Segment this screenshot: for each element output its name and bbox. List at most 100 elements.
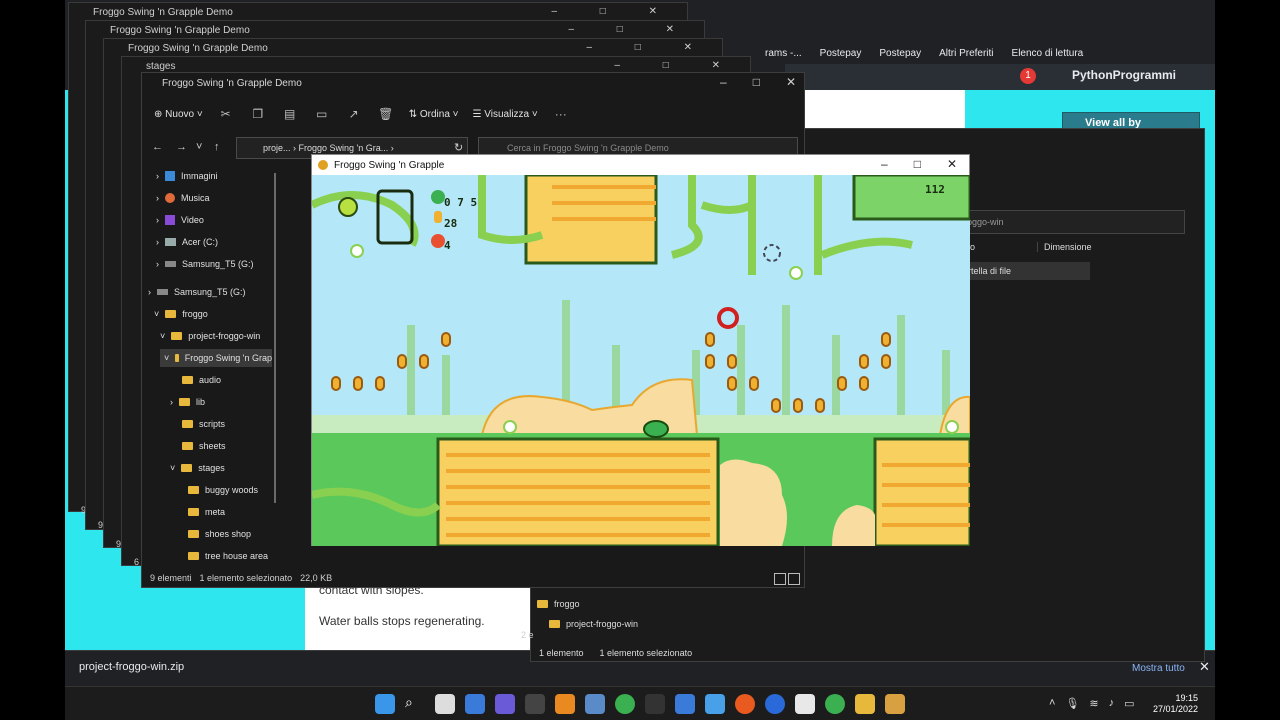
firefox-dev-icon[interactable] xyxy=(765,694,785,714)
volume-icon[interactable]: ♪ xyxy=(1109,697,1115,710)
battery-icon[interactable]: ▭ xyxy=(1124,697,1134,710)
up-icon[interactable]: ↑ xyxy=(214,141,220,153)
tree-item-meta[interactable]: meta xyxy=(188,503,225,521)
window-controls[interactable]: – □ ✕ xyxy=(614,60,740,71)
breadcrumb-segment[interactable]: Froggo Swing 'n Gra... xyxy=(299,143,389,153)
minimize-icon[interactable]: – xyxy=(720,75,727,89)
tree-item-lib[interactable]: › lib xyxy=(170,393,205,411)
tree-item-drive-c[interactable]: › Acer (C:) xyxy=(156,233,218,251)
rename-icon[interactable]: ▭ xyxy=(313,107,331,121)
document-icon[interactable] xyxy=(795,694,815,714)
wifi-icon[interactable]: ≋ xyxy=(1089,697,1098,710)
window-controls[interactable]: – □ ✕ xyxy=(586,42,712,53)
flower xyxy=(945,420,959,434)
bookmark-item[interactable]: Postepay xyxy=(820,48,862,59)
tree-item[interactable]: froggo xyxy=(537,594,638,614)
close-icon[interactable]: ✕ xyxy=(786,75,796,89)
copy-icon[interactable]: ❐ xyxy=(249,107,267,121)
close-icon[interactable]: ✕ xyxy=(947,157,957,171)
task-view-icon[interactable] xyxy=(435,694,455,714)
chrome-icon[interactable] xyxy=(615,694,635,714)
tree-item-drive-g[interactable]: › Samsung_T5 (G:) xyxy=(156,255,254,273)
tree-item-scripts[interactable]: scripts xyxy=(182,415,225,433)
tree-item-drive-g2[interactable]: › Samsung_T5 (G:) xyxy=(148,283,246,301)
firefox-icon[interactable] xyxy=(735,694,755,714)
game-window[interactable]: Froggo Swing 'n Grapple – □ ✕ 0 7 5 28 4… xyxy=(311,154,970,546)
tree-item-images[interactable]: › Immagini xyxy=(156,167,218,185)
app-icon[interactable] xyxy=(675,694,695,714)
tree-item-stages[interactable]: ˅ stages xyxy=(170,459,225,477)
refresh-icon[interactable]: ↻ xyxy=(454,141,463,154)
status-selected: 1 elemento selezionato xyxy=(599,648,693,658)
notification-badge[interactable]: 1 xyxy=(1020,68,1036,84)
microphone-icon[interactable]: 🎙 xyxy=(1065,697,1079,710)
status-selected: 1 elemento selezionato xyxy=(199,573,293,583)
search-input[interactable]: oggo-win xyxy=(960,210,1185,234)
tree-item-game[interactable]: ˅ Froggo Swing 'n Grap xyxy=(160,349,272,367)
tree-item-sheets[interactable]: sheets xyxy=(182,437,226,455)
tiles-view-icon[interactable] xyxy=(788,573,800,585)
file-row-type[interactable]: artella di file xyxy=(955,262,1090,280)
site-user-label[interactable]: PythonProgrammi xyxy=(1072,68,1176,82)
paste-icon[interactable]: ▤ xyxy=(281,107,299,121)
flower xyxy=(503,420,517,434)
chat-icon[interactable] xyxy=(495,694,515,714)
breadcrumb-segment[interactable]: proje... xyxy=(263,143,291,153)
notepad-icon[interactable] xyxy=(585,694,605,714)
window-controls[interactable]: – □ ✕ xyxy=(551,6,677,17)
search-icon[interactable]: ⌕ xyxy=(405,694,425,714)
bookmark-item[interactable]: rams -... xyxy=(765,48,802,59)
delete-icon[interactable]: 🗑 xyxy=(377,107,395,121)
show-all-link[interactable]: Mostra tutto xyxy=(1132,663,1185,674)
app-icon[interactable] xyxy=(705,694,725,714)
tree-label: Immagini xyxy=(181,171,218,181)
more-icon[interactable]: ··· xyxy=(552,107,570,121)
start-icon[interactable] xyxy=(375,694,395,714)
scrollbar[interactable] xyxy=(274,173,276,503)
console-icon[interactable] xyxy=(645,694,665,714)
folder-icon xyxy=(165,310,177,318)
details-view-icon[interactable] xyxy=(774,573,786,585)
view-button[interactable]: ☰ Visualizza ˅ xyxy=(473,109,538,120)
folder-icon xyxy=(182,376,193,384)
chevron-up-icon[interactable]: ˄ xyxy=(1049,697,1055,710)
tree-item-tree-house[interactable]: tree house area xyxy=(188,547,268,565)
tree-item[interactable]: project-froggo-win xyxy=(549,614,638,634)
terminal-icon[interactable] xyxy=(525,694,545,714)
maximize-icon[interactable]: □ xyxy=(914,157,921,171)
sort-button[interactable]: ⇅ Ordina ˅ xyxy=(409,109,459,120)
widgets-icon[interactable] xyxy=(465,694,485,714)
tree-item-project[interactable]: ˅ project-froggo-win xyxy=(160,327,260,345)
hud-lives: 0 7 5 xyxy=(444,196,478,209)
forward-icon[interactable]: → xyxy=(176,141,187,153)
bookmark-item[interactable]: Postepay xyxy=(879,48,921,59)
game-canvas[interactable]: 0 7 5 28 4 112 xyxy=(312,175,970,546)
clock[interactable]: 19:15 27/01/2022 xyxy=(1153,693,1198,715)
window-controls[interactable]: – □ ✕ xyxy=(568,24,694,35)
download-file[interactable]: project-froggo-win.zip xyxy=(79,661,184,673)
new-button[interactable]: ⊕ Nuovo ˅ xyxy=(154,109,203,120)
game-taskbar-icon[interactable] xyxy=(885,694,905,714)
minimize-icon[interactable]: – xyxy=(881,157,888,171)
window-controls: – □ ✕ xyxy=(720,75,796,89)
cut-icon[interactable]: ✂ xyxy=(217,107,235,121)
tree-item-buggy-woods[interactable]: buggy woods xyxy=(188,481,258,499)
column-header-size[interactable]: Dimensione xyxy=(1037,242,1092,252)
bookmark-item[interactable]: Elenco di lettura xyxy=(1012,48,1084,59)
tree-item-video[interactable]: › Video xyxy=(156,211,204,229)
chevron-down-icon[interactable]: ˅ xyxy=(196,141,202,153)
sublime-icon[interactable] xyxy=(555,694,575,714)
tree-item-froggo[interactable]: ˅ froggo xyxy=(154,305,208,323)
tree-item-shoes-shop[interactable]: shoes shop xyxy=(188,525,251,543)
tree-label: Musica xyxy=(181,193,210,203)
command-bar: ⊕ Nuovo ˅ ✂ ❐ ▤ ▭ ↗ 🗑 ⇅ Ordina ˅ ☰ Visua… xyxy=(142,97,806,131)
maximize-icon[interactable]: □ xyxy=(753,75,760,89)
chrome-icon[interactable] xyxy=(825,694,845,714)
tree-item-audio[interactable]: audio xyxy=(182,371,221,389)
share-icon[interactable]: ↗ xyxy=(345,107,363,121)
bookmark-item[interactable]: Altri Preferiti xyxy=(939,48,993,59)
tree-item-music[interactable]: › Musica xyxy=(156,189,210,207)
file-explorer-icon[interactable] xyxy=(855,694,875,714)
back-icon[interactable]: ← xyxy=(152,141,163,153)
drive-icon xyxy=(165,261,176,267)
